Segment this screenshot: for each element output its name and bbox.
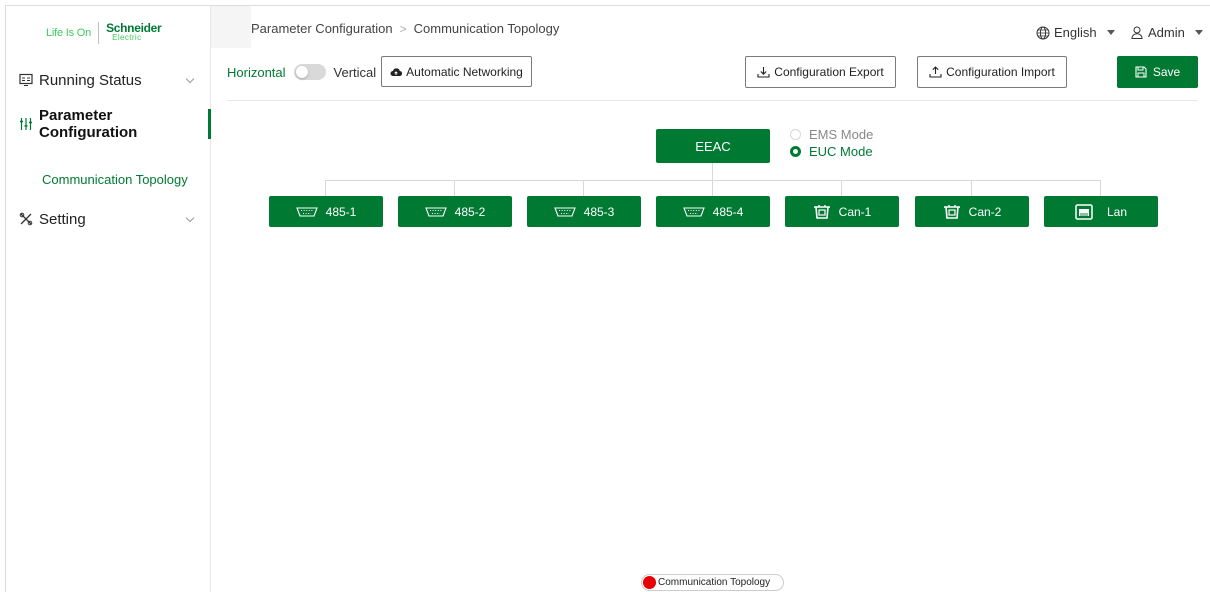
breadcrumb: Parameter Configuration > Communication … (251, 21, 559, 36)
save-button[interactable]: Save (1117, 56, 1198, 88)
vertical-label: Vertical (333, 64, 377, 80)
button-label: Automatic Networking (406, 64, 523, 79)
topology-root-node[interactable]: EEAC (656, 129, 770, 163)
logo-tagline: Life Is On (46, 27, 92, 39)
mode-label: EUC Mode (809, 144, 873, 159)
port-label: 485-3 (583, 204, 615, 219)
connector-bus (325, 180, 1101, 181)
status-dot (643, 576, 656, 589)
button-label: Configuration Export (774, 65, 884, 79)
connector-drop (712, 180, 713, 196)
sidebar-item-label: Running Status (39, 71, 142, 89)
port-label: Can-1 (838, 204, 872, 219)
port-node-485-3[interactable]: 485-3 (527, 196, 641, 227)
mode-option-ems[interactable]: EMS Mode (790, 127, 873, 142)
automatic-networking-button[interactable]: Automatic Networking (381, 56, 532, 87)
button-label: Save (1152, 65, 1181, 79)
port-label: 485-4 (712, 204, 744, 219)
port-node-lan[interactable]: Lan (1044, 196, 1158, 227)
radio-unchecked[interactable] (790, 129, 801, 140)
serial-port-icon (682, 206, 705, 217)
port-label: Can-2 (968, 204, 1002, 219)
horizontal-label: Horizontal (227, 64, 286, 80)
port-node-485-1[interactable]: 485-1 (269, 196, 383, 227)
logo-divider (98, 22, 100, 44)
sidebar-item-label: Setting (39, 210, 86, 228)
chevron-down-icon (185, 213, 195, 223)
connector-drop (454, 180, 455, 196)
port-node-485-2[interactable]: 485-2 (398, 196, 512, 227)
port-node-can-2[interactable]: Can-2 (915, 196, 1029, 227)
toolbar-divider (227, 100, 1198, 101)
serial-port-icon (553, 206, 576, 217)
sidebar-item-setting[interactable]: Setting (6, 204, 211, 234)
serial-port-icon (295, 206, 318, 217)
mode-option-euc[interactable]: EUC Mode (790, 144, 873, 159)
connector-trunk (712, 163, 713, 180)
sidebar-item-running-status[interactable]: Running Status (6, 65, 211, 95)
caret-down-icon (1106, 30, 1115, 35)
page-tab-tag[interactable]: Communication Topology (641, 574, 784, 591)
connector-drop (971, 180, 972, 196)
chevron-down-icon (185, 74, 195, 84)
orientation-toggle-group: Horizontal Vertical (227, 64, 376, 80)
port-label: 485-2 (454, 204, 486, 219)
port-label: Lan (1106, 204, 1128, 219)
ethernet-port-icon (1075, 203, 1093, 220)
breadcrumb-item-current: Communication Topology (413, 21, 560, 36)
switch-knob (295, 66, 308, 78)
user-icon (1131, 26, 1143, 39)
connector-drop (583, 180, 584, 196)
collapse-area (211, 6, 251, 48)
sidebar-item-parameter-configuration[interactable]: Parameter Configuration (6, 107, 211, 141)
monitor-icon (19, 73, 33, 87)
brand-wordmark: Schneider Electric (106, 21, 162, 42)
serial-port-icon (424, 206, 447, 217)
can-connector-icon (813, 204, 831, 220)
sidebar-item-label: Parameter Configuration (39, 107, 138, 141)
mode-label: EMS Mode (809, 127, 874, 142)
user-name: Admin (1148, 25, 1185, 40)
user-menu[interactable]: Admin (1131, 25, 1203, 40)
orientation-switch[interactable] (293, 64, 326, 80)
port-node-can-1[interactable]: Can-1 (785, 196, 899, 227)
configuration-export-button[interactable]: Configuration Export (745, 56, 896, 88)
tag-label: Communication Topology (658, 577, 771, 588)
sidebar-subitem-communication-topology[interactable]: Communication Topology (42, 172, 188, 187)
button-label: Configuration Import (946, 65, 1055, 79)
cloud-upload-icon (390, 67, 403, 77)
language-label: English (1054, 25, 1097, 40)
language-selector[interactable]: English (1036, 25, 1115, 40)
can-connector-icon (943, 204, 961, 220)
tools-icon (19, 212, 33, 226)
connector-drop (325, 180, 326, 196)
download-icon (757, 66, 770, 78)
chevron-right-icon: > (399, 21, 407, 36)
sidebar: Life Is On Schneider Electric Running St… (6, 6, 211, 592)
breadcrumb-item[interactable]: Parameter Configuration (251, 21, 393, 36)
logo: Life Is On Schneider Electric (46, 21, 162, 44)
port-node-485-4[interactable]: 485-4 (656, 196, 770, 227)
radio-checked[interactable] (790, 146, 801, 157)
configuration-import-button[interactable]: Configuration Import (917, 56, 1067, 88)
port-label: 485-1 (325, 204, 357, 219)
sliders-icon (19, 117, 33, 131)
connector-drop (841, 180, 842, 196)
upload-icon (929, 66, 942, 78)
connector-drop (1100, 180, 1101, 196)
caret-down-icon (1194, 30, 1203, 35)
globe-icon (1036, 26, 1050, 40)
save-icon (1135, 66, 1147, 78)
